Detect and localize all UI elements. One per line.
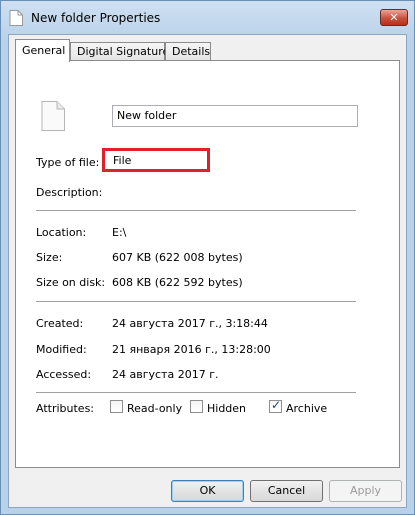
- divider: [36, 392, 356, 393]
- read-only-label[interactable]: Read-only: [127, 402, 182, 415]
- modified-label: Modified:: [36, 343, 87, 356]
- created-label: Created:: [36, 317, 84, 330]
- created-value: 24 августа 2017 г., 3:18:44: [112, 317, 268, 330]
- properties-window: New folder Properties ✕ General Digital …: [0, 0, 415, 515]
- archive-checkbox[interactable]: ✓: [269, 398, 282, 413]
- accessed-label: Accessed:: [36, 368, 92, 381]
- divider: [36, 210, 356, 211]
- tab-details[interactable]: Details: [165, 42, 211, 61]
- ok-button[interactable]: OK: [171, 480, 244, 502]
- general-panel: New folder Type of file: File Descriptio…: [15, 60, 400, 468]
- read-only-checkbox[interactable]: [110, 400, 123, 413]
- name-field[interactable]: New folder: [112, 105, 358, 127]
- location-value: E:\: [112, 226, 127, 239]
- type-of-file-highlight: File: [102, 148, 210, 172]
- apply-button[interactable]: Apply: [329, 480, 402, 502]
- window-title: New folder Properties: [31, 11, 161, 25]
- attributes-label: Attributes:: [36, 402, 95, 415]
- type-of-file-value: File: [113, 154, 132, 167]
- modified-value: 21 января 2016 г., 13:28:00: [112, 343, 271, 356]
- checkmark-icon: ✓: [271, 398, 282, 412]
- description-label: Description:: [36, 186, 103, 199]
- archive-label[interactable]: Archive: [286, 402, 327, 415]
- size-on-disk-value: 608 KB (622 592 bytes): [112, 276, 243, 289]
- file-icon: [9, 10, 23, 26]
- size-on-disk-label: Size on disk:: [36, 276, 106, 289]
- hidden-checkbox[interactable]: [190, 400, 203, 413]
- hidden-label[interactable]: Hidden: [207, 402, 246, 415]
- tab-digital-signatures[interactable]: Digital Signatures: [70, 42, 175, 61]
- tab-general[interactable]: General: [15, 39, 70, 62]
- size-value: 607 KB (622 008 bytes): [112, 251, 243, 264]
- accessed-value: 24 августа 2017 г.: [112, 368, 219, 381]
- size-label: Size:: [36, 251, 63, 264]
- type-of-file-label: Type of file:: [36, 156, 100, 169]
- cancel-button[interactable]: Cancel: [250, 480, 323, 502]
- close-button[interactable]: ✕: [380, 9, 408, 26]
- blank-file-icon: [41, 101, 65, 131]
- dialog-client: General Digital Signatures Details New f…: [8, 34, 407, 508]
- location-label: Location:: [36, 226, 87, 239]
- divider: [36, 301, 356, 302]
- title-bar[interactable]: New folder Properties ✕: [1, 1, 414, 34]
